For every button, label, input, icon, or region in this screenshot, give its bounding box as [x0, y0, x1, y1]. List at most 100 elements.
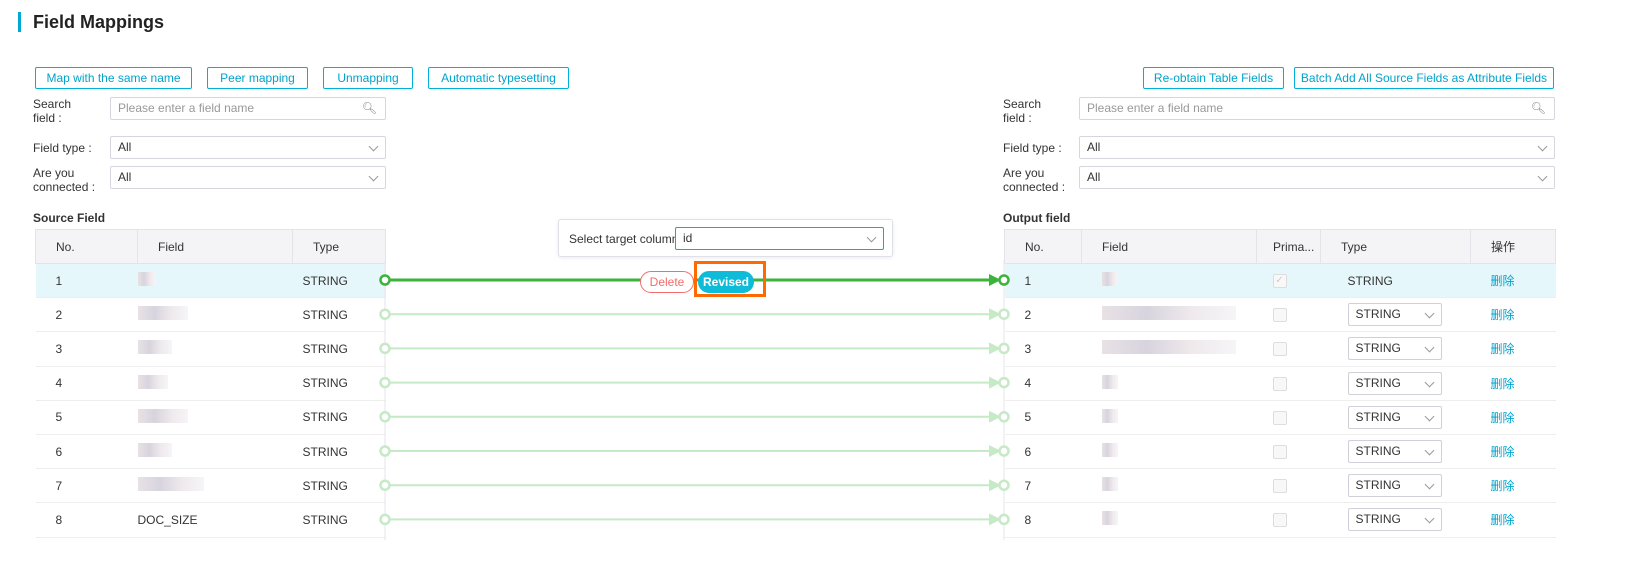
delete-mapping-button[interactable]: Delete — [640, 271, 694, 293]
target-column-select[interactable]: id — [675, 227, 884, 250]
target-anchor[interactable] — [998, 411, 1010, 423]
delete-link[interactable]: 删除 — [1491, 308, 1515, 322]
delete-link[interactable]: 删除 — [1491, 479, 1515, 493]
source-table: No. Field Type 1 STRING 2 STRING 3 STRING 4 STRIN… — [35, 229, 386, 538]
row-no: 5 — [1004, 400, 1082, 435]
target-anchor[interactable] — [998, 479, 1010, 491]
source-anchor[interactable] — [379, 445, 391, 457]
source-row[interactable]: 3 STRING — [35, 331, 386, 367]
output-row[interactable]: 6 STRING 删除 — [1004, 434, 1556, 470]
selected-value: All — [118, 140, 132, 154]
selected-value: All — [118, 170, 132, 184]
target-anchor[interactable] — [998, 445, 1010, 457]
source-anchor[interactable] — [379, 479, 391, 491]
source-row[interactable]: 8 DOC_SIZE STRING — [35, 502, 386, 538]
reobtain-table-fields-button[interactable]: Re-obtain Table Fields — [1143, 67, 1284, 89]
peer-mapping-button[interactable]: Peer mapping — [207, 67, 308, 89]
batch-add-fields-button[interactable]: Batch Add All Source Fields as Attribute… — [1294, 67, 1554, 89]
delete-link[interactable]: 删除 — [1491, 445, 1515, 459]
chevron-down-icon — [368, 141, 379, 152]
output-row[interactable]: 4 STRING 删除 — [1004, 366, 1556, 401]
delete-link[interactable]: 删除 — [1491, 274, 1515, 288]
redacted-field-name — [137, 477, 204, 492]
source-anchor[interactable] — [379, 376, 391, 389]
output-row[interactable]: 5 STRING 删除 — [1004, 400, 1556, 435]
type-select[interactable]: STRING — [1347, 474, 1442, 498]
delete-link[interactable]: 删除 — [1491, 411, 1515, 425]
field-type-label: Field type : — [1003, 141, 1062, 155]
source-row[interactable]: 5 STRING — [35, 400, 386, 435]
row-no: 2 — [1004, 297, 1082, 333]
chevron-down-icon — [1424, 411, 1434, 422]
source-connected-select[interactable]: All — [110, 166, 386, 189]
output-row[interactable]: 7 STRING 删除 — [1004, 468, 1556, 504]
source-anchor[interactable] — [379, 342, 391, 355]
header-no: No. — [1004, 229, 1082, 264]
redacted-field-name — [137, 374, 168, 389]
source-field-title: Source Field — [33, 211, 106, 225]
search-icon[interactable]: 🔍︎ — [1531, 98, 1546, 119]
source-anchor[interactable] — [379, 274, 391, 286]
output-table: No. Field Prima... Type 操作 1 ✓ STRING 删除 2 STRING… — [1004, 229, 1556, 538]
output-field-type-select[interactable]: All — [1079, 136, 1555, 159]
target-anchor[interactable] — [998, 274, 1010, 286]
unmapping-button[interactable]: Unmapping — [323, 67, 413, 89]
primary-key-checkbox[interactable] — [1272, 513, 1287, 528]
row-type: STRING — [292, 263, 386, 299]
chevron-down-icon — [866, 232, 877, 243]
map-same-name-button[interactable]: Map with the same name — [35, 67, 192, 89]
source-row[interactable]: 2 STRING — [35, 297, 386, 333]
source-anchor[interactable] — [379, 411, 391, 423]
automatic-typesetting-button[interactable]: Automatic typesetting — [428, 67, 569, 89]
primary-key-checkbox[interactable] — [1272, 308, 1287, 323]
connected-label: Are you connected : — [1003, 166, 1066, 194]
primary-key-checkbox[interactable] — [1272, 479, 1287, 494]
source-row[interactable]: 7 STRING — [35, 468, 386, 504]
source-anchor[interactable] — [379, 513, 391, 526]
source-anchor[interactable] — [379, 308, 391, 320]
delete-link[interactable]: 删除 — [1491, 513, 1515, 527]
primary-key-checkbox[interactable] — [1272, 342, 1287, 357]
output-row[interactable]: 1 ✓ STRING 删除 — [1004, 263, 1556, 299]
row-type: STRING — [292, 502, 386, 538]
primary-key-checkbox[interactable] — [1272, 376, 1287, 391]
output-field-title: Output field — [1003, 211, 1071, 225]
delete-link[interactable]: 删除 — [1491, 342, 1515, 356]
row-no: 7 — [1004, 468, 1082, 504]
delete-link[interactable]: 删除 — [1491, 377, 1515, 391]
row-type: STRING — [292, 331, 386, 367]
chevron-down-icon — [1424, 479, 1434, 490]
source-row[interactable]: 1 STRING — [35, 263, 386, 299]
search-label: Search field : — [33, 97, 72, 125]
search-placeholder: Please enter a field name — [1087, 101, 1224, 115]
target-anchor[interactable] — [998, 376, 1010, 389]
type-select[interactable]: STRING — [1347, 371, 1442, 395]
row-type: STRING — [292, 434, 386, 470]
output-row[interactable]: 2 STRING 删除 — [1004, 297, 1556, 333]
target-anchor[interactable] — [998, 342, 1010, 355]
source-search-input[interactable]: Please enter a field name 🔍︎ — [110, 97, 386, 120]
selected-value: All — [1087, 140, 1101, 154]
type-select[interactable]: STRING — [1347, 405, 1442, 429]
source-row[interactable]: 4 STRING — [35, 366, 386, 401]
selected-value: STRING — [1355, 444, 1401, 459]
source-field-type-select[interactable]: All — [110, 136, 386, 159]
type-select[interactable]: STRING — [1347, 303, 1442, 327]
primary-key-checkbox[interactable] — [1272, 410, 1287, 425]
type-select[interactable]: STRING — [1347, 440, 1442, 464]
target-anchor[interactable] — [998, 513, 1010, 526]
redacted-field-name — [137, 408, 188, 423]
type-select[interactable]: STRING — [1347, 508, 1442, 532]
primary-key-checkbox[interactable]: ✓ — [1272, 274, 1287, 288]
output-row[interactable]: 3 STRING 删除 — [1004, 331, 1556, 367]
target-anchor[interactable] — [998, 308, 1010, 320]
output-connected-select[interactable]: All — [1079, 166, 1555, 189]
source-row[interactable]: 6 STRING — [35, 434, 386, 470]
primary-key-checkbox[interactable] — [1272, 444, 1287, 459]
type-select[interactable]: STRING — [1347, 337, 1442, 361]
search-icon[interactable]: 🔍︎ — [362, 98, 377, 119]
header-field: Field — [1081, 229, 1257, 264]
output-row[interactable]: 8 STRING 删除 — [1004, 502, 1556, 538]
row-no: 6 — [35, 434, 138, 470]
output-search-input[interactable]: Please enter a field name 🔍︎ — [1079, 97, 1555, 120]
